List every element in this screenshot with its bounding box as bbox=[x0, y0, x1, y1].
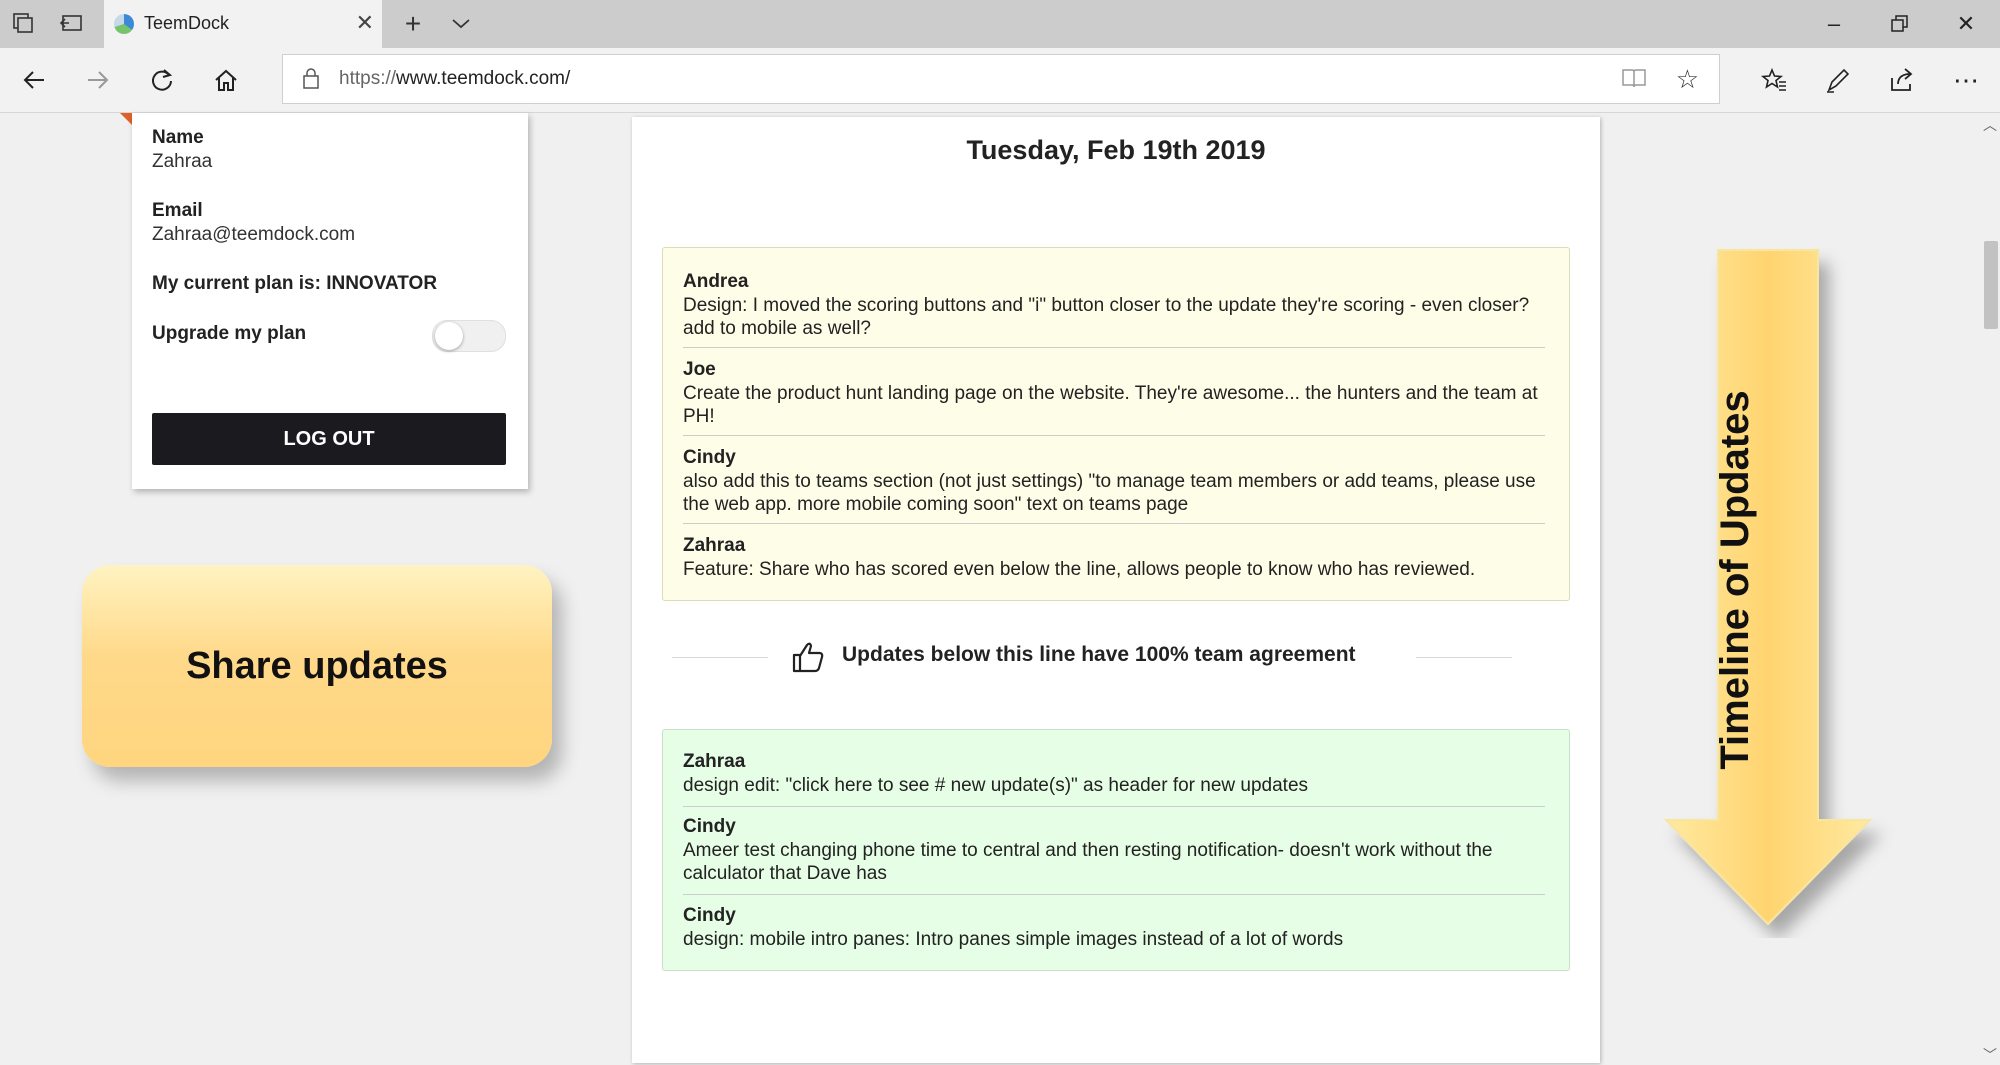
close-window-icon[interactable]: ✕ bbox=[1946, 8, 1986, 40]
current-plan-text: My current plan is: INNOVATOR bbox=[152, 273, 438, 294]
more-icon[interactable]: ⋯ bbox=[1948, 62, 1984, 98]
close-tab-icon[interactable]: ✕ bbox=[356, 10, 374, 36]
update-author: Joe bbox=[683, 359, 716, 380]
scroll-up-icon[interactable]: ︿ bbox=[1982, 115, 1998, 133]
agreed-updates-box: Zahraa design edit: "click here to see #… bbox=[662, 729, 1570, 971]
list-item[interactable]: Andrea Design: I moved the scoring butto… bbox=[683, 270, 1545, 340]
divider bbox=[683, 806, 1545, 807]
divider bbox=[683, 435, 1545, 436]
update-text: design edit: "click here to see # new up… bbox=[683, 775, 1309, 796]
set-aside-tabs-icon[interactable] bbox=[58, 12, 84, 36]
restore-icon[interactable] bbox=[1880, 8, 1920, 40]
share-icon[interactable] bbox=[1884, 62, 1920, 98]
thumbs-up-icon bbox=[790, 639, 826, 675]
scroll-down-icon[interactable]: ﹀ bbox=[1982, 1045, 1998, 1063]
card-corner-accent bbox=[120, 113, 132, 125]
update-text: Create the product hunt landing page on … bbox=[683, 383, 1538, 427]
divider-line-left bbox=[672, 657, 768, 658]
divider bbox=[683, 523, 1545, 524]
update-text: also add this to teams section (not just… bbox=[683, 471, 1536, 515]
tab-preview-icon[interactable] bbox=[448, 12, 474, 36]
favorites-icon[interactable] bbox=[1756, 62, 1792, 98]
forward-icon[interactable] bbox=[80, 62, 116, 98]
update-text: design: mobile intro panes: Intro panes … bbox=[683, 929, 1344, 950]
back-icon[interactable] bbox=[16, 62, 52, 98]
email-label: Email bbox=[152, 200, 203, 221]
refresh-icon[interactable] bbox=[144, 62, 180, 98]
share-updates-text: Share updates bbox=[186, 645, 448, 687]
minimize-icon[interactable]: – bbox=[1814, 8, 1854, 40]
update-author: Cindy bbox=[683, 447, 736, 468]
address-bar[interactable]: https://www.teemdock.com/ ☆ bbox=[282, 54, 1720, 104]
favorite-star-icon[interactable]: ☆ bbox=[1676, 64, 1699, 95]
tab-title: TeemDock bbox=[144, 13, 230, 33]
update-author: Zahraa bbox=[683, 535, 746, 556]
tab-strip: TeemDock ✕ + – ✕ bbox=[0, 0, 2000, 48]
list-item[interactable]: Zahraa design edit: "click here to see #… bbox=[683, 750, 1545, 797]
timeline-label: Timeline of Updates bbox=[1713, 390, 1757, 770]
list-item[interactable]: Cindy design: mobile intro panes: Intro … bbox=[683, 904, 1545, 951]
new-tab-icon[interactable]: + bbox=[400, 10, 426, 38]
updates-panel: Tuesday, Feb 19th 2019 Andrea Design: I … bbox=[632, 117, 1600, 1063]
browser-tab[interactable]: TeemDock ✕ bbox=[104, 0, 382, 48]
list-item[interactable]: Zahraa Feature: Share who has scored eve… bbox=[683, 534, 1545, 581]
list-item[interactable]: Joe Create the product hunt landing page… bbox=[683, 358, 1545, 428]
divider-line-right bbox=[1416, 657, 1512, 658]
email-value: Zahraa@teemdock.com bbox=[152, 224, 356, 245]
share-updates-callout: Share updates bbox=[82, 565, 552, 767]
update-author: Zahraa bbox=[683, 751, 746, 772]
update-author: Cindy bbox=[683, 816, 736, 837]
update-author: Cindy bbox=[683, 905, 736, 926]
date-heading: Tuesday, Feb 19th 2019 bbox=[966, 135, 1266, 165]
update-text: Feature: Share who has scored even below… bbox=[683, 559, 1476, 580]
pending-updates-box: Andrea Design: I moved the scoring butto… bbox=[662, 247, 1570, 601]
lock-icon bbox=[303, 67, 319, 89]
agreement-text: Updates below this line have 100% team a… bbox=[842, 643, 1356, 666]
logout-button[interactable]: LOG OUT bbox=[152, 413, 506, 465]
vertical-scrollbar[interactable]: ︿ ﹀ bbox=[1980, 113, 2000, 1063]
upgrade-plan-toggle[interactable] bbox=[432, 320, 506, 352]
home-icon[interactable] bbox=[208, 62, 244, 98]
update-text: Design: I moved the scoring buttons and … bbox=[683, 295, 1530, 339]
agreement-divider: Updates below this line have 100% team a… bbox=[672, 637, 1512, 677]
timeline-arrow bbox=[1663, 249, 1873, 926]
notes-icon[interactable] bbox=[1820, 62, 1856, 98]
update-author: Andrea bbox=[683, 271, 749, 292]
update-text: Ameer test changing phone time to centra… bbox=[683, 840, 1493, 884]
tab-actions-icon[interactable] bbox=[10, 12, 36, 36]
divider bbox=[683, 894, 1545, 895]
url-text[interactable]: https://www.teemdock.com/ bbox=[339, 68, 570, 90]
list-item[interactable]: Cindy also add this to teams section (no… bbox=[683, 446, 1545, 516]
scrollbar-thumb[interactable] bbox=[1984, 241, 1998, 329]
divider bbox=[683, 347, 1545, 348]
name-value: Zahraa bbox=[152, 151, 213, 172]
list-item[interactable]: Cindy Ameer test changing phone time to … bbox=[683, 815, 1545, 885]
reading-view-icon[interactable] bbox=[1621, 67, 1647, 95]
profile-card: Name Zahraa Email Zahraa@teemdock.com My… bbox=[132, 113, 528, 489]
favicon bbox=[114, 14, 134, 34]
name-label: Name bbox=[152, 127, 204, 148]
toggle-knob bbox=[435, 322, 463, 350]
upgrade-plan-label: Upgrade my plan bbox=[152, 323, 307, 344]
